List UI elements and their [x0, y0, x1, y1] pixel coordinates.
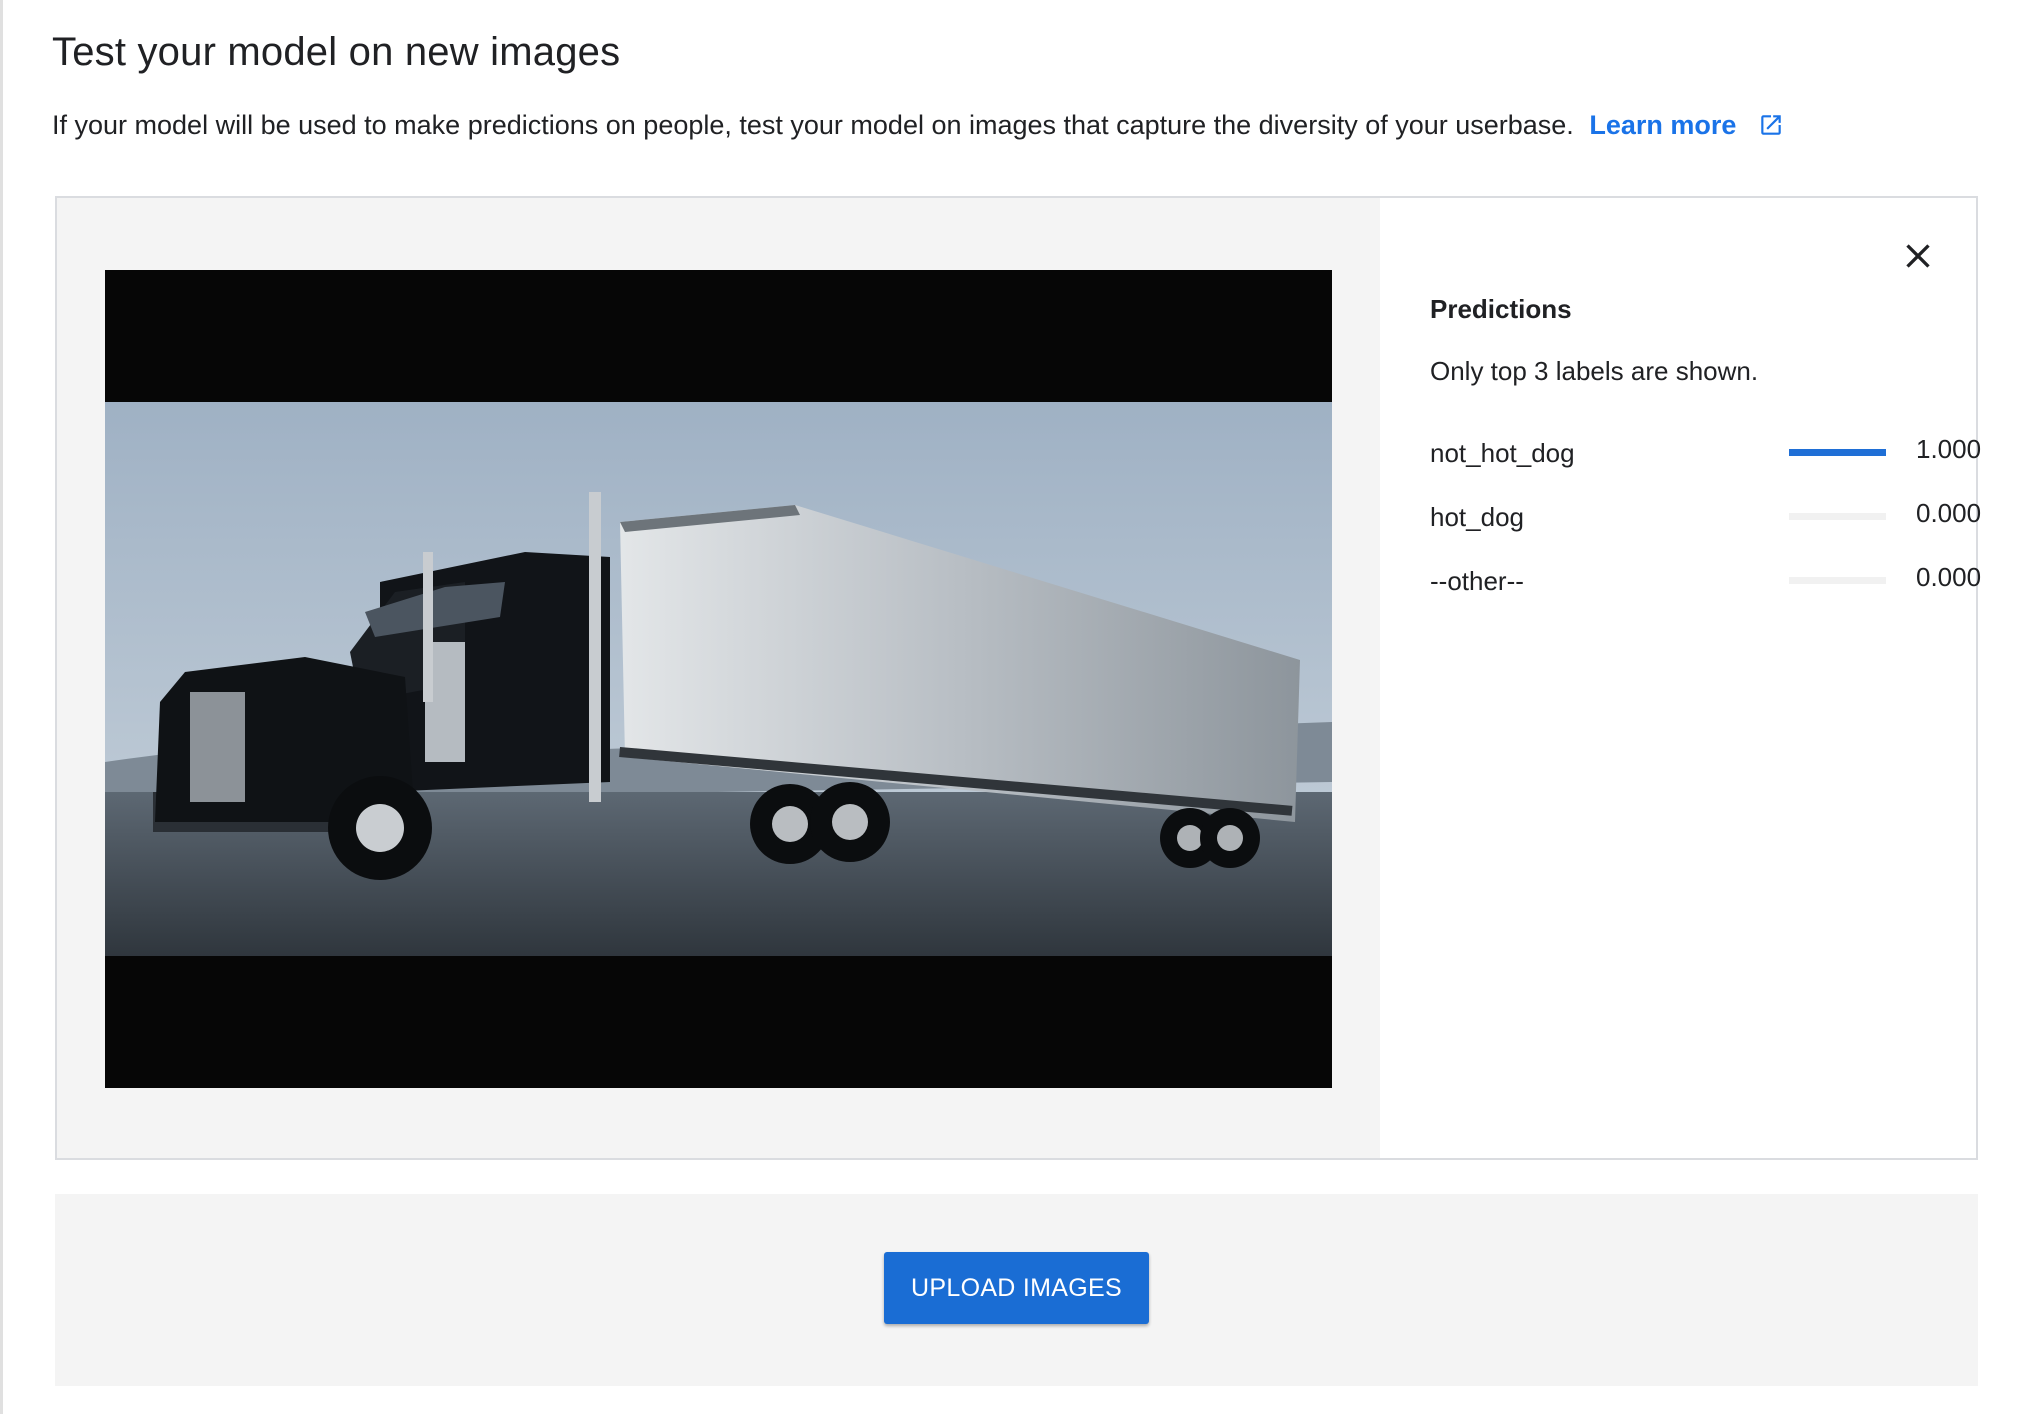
- prediction-label: --other--: [1430, 566, 1524, 596]
- close-icon[interactable]: [1898, 236, 1938, 276]
- learn-more-link[interactable]: Learn more: [1589, 110, 1784, 140]
- prediction-score: 0.000: [1916, 562, 1982, 592]
- prediction-row: not_hot_dog 1.000: [1430, 434, 1981, 470]
- prediction-label: not_hot_dog: [1430, 438, 1575, 468]
- learn-more-label: Learn more: [1589, 110, 1737, 140]
- image-preview-area: [57, 198, 1380, 1158]
- uploaded-image: [105, 270, 1332, 1088]
- description-text: If your model will be used to make predi…: [52, 110, 1574, 140]
- predictions-note: Only top 3 labels are shown.: [1430, 356, 1759, 386]
- prediction-bar: [1789, 577, 1886, 584]
- truck-photo: [105, 402, 1332, 956]
- test-model-page: Test your model on new images If your mo…: [0, 0, 2024, 1414]
- test-result-panel: Predictions Only top 3 labels are shown.…: [55, 196, 1981, 1160]
- upload-area: UPLOAD IMAGES: [55, 1194, 1978, 1386]
- external-link-icon: [1761, 115, 1781, 135]
- prediction-bar: [1789, 449, 1886, 456]
- prediction-score: 0.000: [1916, 498, 1982, 528]
- prediction-row: --other-- 0.000: [1430, 562, 1981, 598]
- upload-images-button[interactable]: UPLOAD IMAGES: [884, 1252, 1149, 1324]
- prediction-score: 1.000: [1916, 434, 1982, 464]
- prediction-row: hot_dog 0.000: [1430, 498, 1981, 534]
- page-description: If your model will be used to make predi…: [52, 110, 1784, 141]
- predictions-title: Predictions: [1430, 294, 1572, 324]
- prediction-label: hot_dog: [1430, 502, 1524, 532]
- prediction-bar: [1789, 513, 1886, 520]
- page-title: Test your model on new images: [52, 30, 621, 74]
- prediction-bar-fill: [1789, 449, 1886, 456]
